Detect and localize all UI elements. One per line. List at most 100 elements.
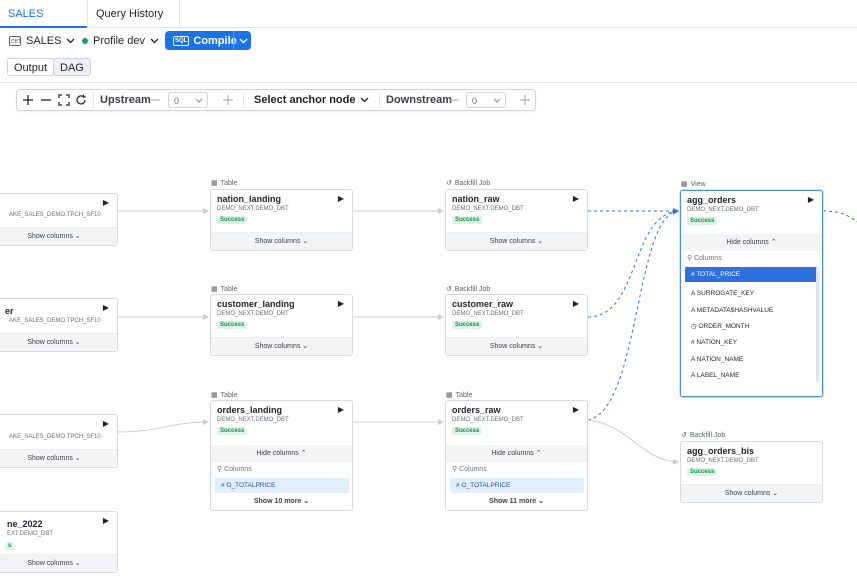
dag-node-nation-raw[interactable]: nation_raw ▶ DEMO_NEXT.DEMO_DBT Success …	[445, 189, 588, 251]
status-badge: Success	[687, 468, 718, 476]
status-badge: Success	[217, 321, 248, 329]
history-icon: ↺	[681, 432, 687, 439]
show-more-button[interactable]: Show 10 more ⌄	[211, 497, 352, 505]
run-icon[interactable]: ▶	[573, 299, 579, 308]
hide-columns-label: Hide columns	[256, 450, 299, 457]
scrollbar[interactable]	[816, 267, 819, 382]
node-path: DEMO_NEXT.DEMO_DBT	[217, 206, 289, 212]
show-columns-button[interactable]: Show columns ⌄	[0, 449, 117, 467]
hide-columns-button[interactable]: Hide columns ⌃	[211, 445, 352, 462]
node-path: DEMO_NEXT.DEMO_DBT	[452, 206, 524, 212]
table-icon: ▦	[211, 286, 218, 293]
dag-node-source-3[interactable]: ▶ AKE_SALES_DEMO.TPCH_SF10 Show columns …	[0, 414, 118, 468]
node-path: DEMO_NEXT.DEMO_DBT	[687, 458, 759, 464]
edge	[822, 210, 857, 223]
status-badge: Success	[452, 216, 483, 224]
show-columns-button[interactable]: Show columns ⌄	[446, 337, 587, 355]
dag-node-customer-raw[interactable]: customer_raw ▶ DEMO_NEXT.DEMO_DBT Succes…	[445, 294, 588, 356]
show-columns-button[interactable]: Show columns ⌄	[211, 337, 352, 355]
view-icon: ▦	[681, 181, 688, 188]
run-icon[interactable]: ▶	[338, 299, 344, 308]
edge	[587, 419, 679, 465]
show-columns-label: Show columns	[27, 339, 73, 346]
show-columns-label: Show columns	[254, 343, 301, 350]
column-search[interactable]: ⚲ Columns	[687, 254, 722, 262]
node-type-label: ▦ View	[681, 180, 706, 189]
dag-node-orders-landing[interactable]: orders_landing ▶ DEMO_NEXT.DEMO_DBT Succ…	[210, 400, 353, 511]
show-columns-label: Show columns	[489, 238, 536, 245]
run-icon[interactable]: ▶	[573, 405, 579, 414]
column-row[interactable]: A METADATA$HASHVALUE	[685, 303, 773, 318]
show-columns-button[interactable]: Show columns ⌄	[0, 227, 117, 245]
column-row[interactable]: # TOTAL_PRICE	[685, 267, 817, 282]
node-name: nation_landing	[217, 194, 281, 204]
node-type-label: ↺ Backfill Job	[446, 179, 491, 188]
column-row[interactable]: # NATION_KEY	[685, 335, 737, 350]
run-icon[interactable]: ▶	[573, 194, 579, 203]
show-columns-button[interactable]: Show columns ⌄	[446, 232, 587, 250]
show-columns-label: Show columns	[254, 238, 301, 245]
node-path: AKE_SALES_DEMO.TPCH_SF10	[9, 434, 101, 440]
node-path: DEMO_NEXT.DEMO_DBT	[217, 417, 289, 423]
column-search[interactable]: ⚲ Columns	[217, 465, 252, 473]
show-columns-button[interactable]: Show columns ⌄	[681, 484, 822, 502]
node-path: AKE_SALES_DEMO.TPCH_SF10	[9, 318, 101, 324]
node-name: er	[5, 306, 14, 316]
column-row[interactable]: # O_TOTALPRICE	[450, 478, 584, 493]
hide-columns-button[interactable]: Hide columns ⌃	[446, 445, 587, 462]
table-icon: ▦	[211, 392, 218, 399]
column-row[interactable]: A NATION_NAME	[685, 352, 743, 367]
dag-node-source-4[interactable]: ne_2022 ▶ EXT.DEMO_DBT s Show columns ⌄	[0, 511, 118, 573]
column-row[interactable]: A LABEL_NAME	[685, 368, 739, 383]
status-badge: Success	[217, 427, 248, 435]
node-path: DEMO_NEXT.DEMO_DBT	[452, 417, 524, 423]
run-icon[interactable]: ▶	[103, 198, 109, 207]
column-row[interactable]: A SURROGATE_KEY	[685, 286, 754, 301]
column-search[interactable]: ⚲ Columns	[452, 465, 487, 473]
dag-node-customer-landing[interactable]: customer_landing ▶ DEMO_NEXT.DEMO_DBT Su…	[210, 294, 353, 356]
hide-columns-label: Hide columns	[491, 450, 534, 457]
dag-node-source-1[interactable]: ▶ AKE_SALES_DEMO.TPCH_SF10 Show columns …	[0, 193, 118, 246]
run-icon[interactable]: ▶	[338, 194, 344, 203]
table-icon: ▦	[211, 180, 218, 187]
column-row[interactable]: ◷ ORDER_MONTH	[685, 319, 749, 334]
run-icon[interactable]: ▶	[103, 419, 109, 428]
show-columns-label: Show columns	[27, 560, 73, 567]
show-columns-label: Show columns	[27, 233, 73, 240]
column-name: O_TOTALPRICE	[461, 482, 511, 489]
hide-columns-button[interactable]: Hide columns ⌃	[681, 234, 822, 251]
dag-node-source-2[interactable]: er ▶ AKE_SALES_DEMO.TPCH_SF10 Show colum…	[0, 298, 118, 352]
node-path: EXT.DEMO_DBT	[7, 531, 54, 537]
column-row[interactable]: # O_TOTALPRICE	[215, 478, 349, 493]
status-badge: Success	[452, 427, 483, 435]
show-more-button[interactable]: Show 11 more ⌄	[446, 497, 587, 505]
show-columns-button[interactable]: Show columns ⌄	[0, 554, 117, 572]
edge	[587, 208, 679, 421]
edge	[587, 208, 679, 318]
history-icon: ↺	[446, 180, 452, 187]
status-badge: s	[5, 542, 15, 550]
node-type-label: ▦ Table	[211, 179, 238, 188]
node-type-label: ↺ Backfill Job	[446, 285, 491, 294]
status-badge: Success	[687, 217, 718, 225]
node-name: customer_raw	[452, 299, 514, 309]
node-path: AKE_SALES_DEMO.TPCH_SF10	[9, 212, 101, 218]
node-type-label: ▦ Table	[446, 391, 473, 400]
dag-node-agg-orders[interactable]: agg_orders ▶ DEMO_NEXT.DEMO_DBT Success …	[680, 190, 823, 397]
column-name: NATION_KEY	[696, 339, 738, 346]
run-icon[interactable]: ▶	[103, 303, 109, 312]
dag-node-orders-raw[interactable]: orders_raw ▶ DEMO_NEXT.DEMO_DBT Success …	[445, 400, 588, 511]
show-columns-button[interactable]: Show columns ⌄	[211, 232, 352, 250]
show-columns-button[interactable]: Show columns ⌄	[0, 333, 117, 351]
column-name: TOTAL_PRICE	[696, 271, 741, 278]
run-icon[interactable]: ▶	[808, 195, 814, 204]
dag-node-agg-orders-bis[interactable]: agg_orders_bis DEMO_NEXT.DEMO_DBT Succes…	[680, 441, 823, 503]
column-search-label: Columns	[694, 255, 722, 262]
node-type-label: ▦ Table	[211, 285, 238, 294]
node-name: orders_raw	[452, 405, 501, 415]
run-icon[interactable]: ▶	[103, 516, 109, 525]
dag-node-nation-landing[interactable]: nation_landing ▶ DEMO_NEXT.DEMO_DBT Succ…	[210, 189, 353, 251]
show-more-label: Show 10 more	[253, 498, 302, 505]
edge	[117, 419, 209, 433]
run-icon[interactable]: ▶	[338, 405, 344, 414]
